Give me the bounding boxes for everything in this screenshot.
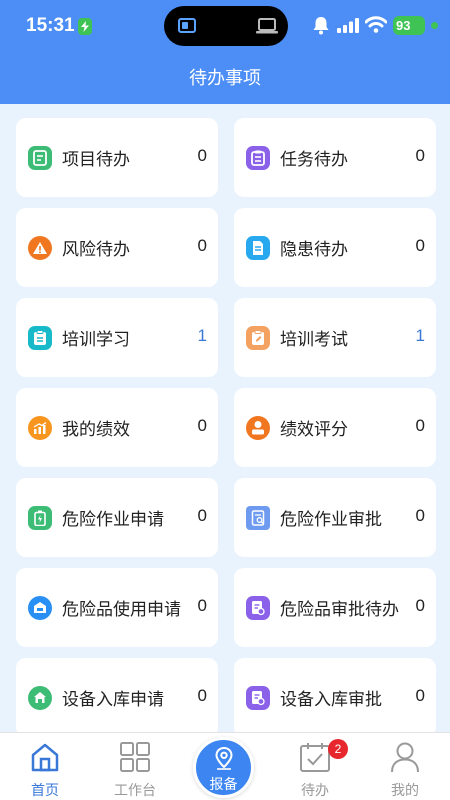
card-count: 0 (415, 416, 425, 435)
grid-icon (119, 741, 151, 773)
status-time: 15:31 (26, 15, 75, 36)
warning-icon (28, 235, 52, 260)
calendar-check-icon (299, 741, 331, 773)
tab-label: 首页 (31, 783, 59, 799)
tab-label: 工作台 (114, 783, 156, 799)
card-dangerous-work-approve[interactable]: 危险作业审批 0 (234, 478, 436, 557)
card-label: 项目待办 (62, 150, 130, 170)
battery-apply-icon (28, 505, 52, 530)
equipment-approve-icon (246, 685, 270, 710)
tab-label: 我的 (391, 783, 419, 799)
card-label: 危险品使用申请 (62, 600, 181, 620)
card-count: 0 (197, 146, 207, 165)
card-count: 0 (415, 146, 425, 165)
report-label: 报备 (209, 777, 238, 793)
todo-grid: 项目待办 0 任务待办 0 风险待办 0 隐患待办 0 培训学习 1 培训考试 … (16, 118, 436, 737)
card-count: 0 (415, 506, 425, 525)
wifi-icon (364, 16, 388, 37)
battery-level: 93 (393, 16, 425, 35)
box-icon (28, 595, 52, 620)
report-button[interactable]: 报备 (193, 737, 254, 798)
tab-label: 待办 (301, 783, 329, 799)
card-equipment-stock-apply[interactable]: 设备入库申请 0 (16, 658, 218, 737)
card-count: 0 (415, 596, 425, 615)
card-project-todo[interactable]: 项目待办 0 (16, 118, 218, 197)
laptop-icon (256, 18, 278, 38)
battery-indicator-dot (431, 22, 438, 29)
user-score-icon (246, 415, 270, 440)
tab-mine[interactable]: 我的 (360, 733, 450, 800)
user-icon (389, 741, 421, 773)
card-label: 我的绩效 (62, 420, 130, 440)
hazard-icon (246, 235, 270, 260)
card-count: 1 (197, 326, 207, 345)
document-approve-icon (246, 505, 270, 530)
charging-icon (78, 18, 92, 35)
location-pin-icon (215, 746, 233, 770)
card-label: 任务待办 (280, 150, 348, 170)
form-approve-icon (246, 595, 270, 620)
card-task-todo[interactable]: 任务待办 0 (234, 118, 436, 197)
card-training-exam[interactable]: 培训考试 1 (234, 298, 436, 377)
card-count: 0 (197, 236, 207, 255)
dynamic-island (164, 6, 288, 46)
tab-home[interactable]: 首页 (0, 733, 90, 800)
card-label: 绩效评分 (280, 420, 348, 440)
task-icon (246, 145, 270, 170)
card-hazmat-use-apply[interactable]: 危险品使用申请 0 (16, 568, 218, 647)
card-training-study[interactable]: 培训学习 1 (16, 298, 218, 377)
chart-icon (28, 415, 52, 440)
card-count: 0 (415, 686, 425, 705)
card-label: 危险作业审批 (280, 510, 382, 530)
training-icon (28, 325, 52, 350)
home-icon (29, 741, 61, 773)
card-label: 风险待办 (62, 240, 130, 260)
card-label: 危险品审批待办 (280, 600, 399, 620)
card-hazard-todo[interactable]: 隐患待办 0 (234, 208, 436, 287)
home-box-icon (28, 685, 52, 710)
card-count: 0 (197, 416, 207, 435)
screen-mirror-icon (178, 18, 196, 33)
card-label: 设备入库申请 (62, 690, 164, 710)
project-icon (28, 145, 52, 170)
card-count: 0 (197, 506, 207, 525)
tab-workbench[interactable]: 工作台 (90, 733, 180, 800)
card-count: 0 (197, 596, 207, 615)
bell-icon (312, 16, 330, 39)
card-count: 1 (415, 326, 425, 345)
card-label: 设备入库审批 (280, 690, 382, 710)
exam-icon (246, 325, 270, 350)
card-count: 0 (197, 686, 207, 705)
card-risk-todo[interactable]: 风险待办 0 (16, 208, 218, 287)
card-dangerous-work-apply[interactable]: 危险作业申请 0 (16, 478, 218, 557)
todo-badge: 2 (328, 739, 348, 759)
card-hazmat-approve-todo[interactable]: 危险品审批待办 0 (234, 568, 436, 647)
signal-icon (337, 18, 359, 37)
card-equipment-stock-approve[interactable]: 设备入库审批 0 (234, 658, 436, 737)
card-count: 0 (415, 236, 425, 255)
card-label: 培训学习 (62, 330, 130, 350)
status-bar: 15:31 93 (0, 0, 450, 50)
card-performance-score[interactable]: 绩效评分 0 (234, 388, 436, 467)
page-title: 待办事项 (189, 68, 261, 89)
card-label: 培训考试 (280, 330, 348, 350)
card-my-performance[interactable]: 我的绩效 0 (16, 388, 218, 467)
card-label: 隐患待办 (280, 240, 348, 260)
header-bar: 15:31 93 待办事项 (0, 0, 450, 104)
card-label: 危险作业申请 (62, 510, 164, 530)
